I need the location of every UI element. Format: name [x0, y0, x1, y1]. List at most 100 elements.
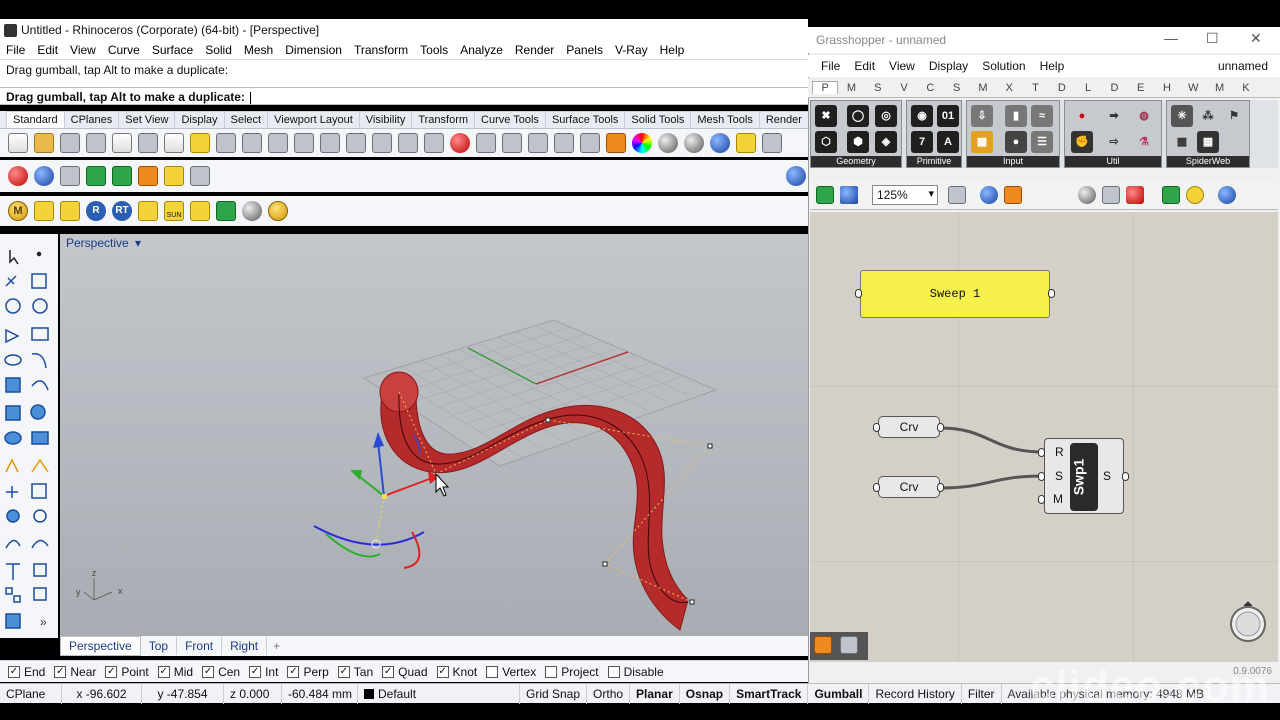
gh-curve-param-rail[interactable]: Crv	[878, 416, 940, 438]
input-rail-label[interactable]: R	[1055, 445, 1064, 459]
gh-mesh-settings-icon[interactable]	[1218, 185, 1236, 204]
gh-document-name[interactable]: unnamed	[1218, 59, 1268, 73]
tab-mesh-tools[interactable]: Mesh Tools	[690, 111, 760, 128]
named-view-icon[interactable]	[476, 133, 496, 153]
render-sphere-icon[interactable]	[786, 166, 806, 186]
gh-value-list-icon[interactable]: ☰	[1031, 131, 1053, 153]
tab-display[interactable]: Display	[174, 111, 225, 128]
tab-standard[interactable]: Standard	[6, 111, 65, 128]
menu-edit[interactable]: Edit	[31, 43, 64, 57]
osnap-tan[interactable]: ✓ Tan	[337, 665, 373, 679]
vray-material-icon[interactable]: M	[8, 201, 28, 221]
osnap-perp[interactable]: ✓ Perp	[287, 665, 329, 679]
gh-tab-l[interactable]: L	[1075, 82, 1101, 94]
zoom-icon[interactable]	[294, 133, 314, 153]
checkbox-icon[interactable]: ✓	[436, 665, 449, 678]
gh-tab-h[interactable]: H	[1154, 82, 1180, 94]
menu-panels[interactable]: Panels	[560, 43, 609, 57]
viewport-title[interactable]: Perspective ▾	[64, 236, 144, 250]
gh-gradient-icon[interactable]: ▦	[971, 131, 993, 153]
osnap-vertex[interactable]: Vertex	[486, 665, 536, 679]
minimize-icon[interactable]: —	[1164, 30, 1178, 46]
gh-tab-m[interactable]: M	[1206, 82, 1232, 94]
osnap-mid[interactable]: ✓ Mid	[157, 665, 193, 679]
checkbox-icon[interactable]: ✓	[105, 665, 118, 678]
gh-menu-file[interactable]: File	[814, 59, 847, 73]
decal-icon[interactable]	[86, 166, 106, 186]
gh-panel-sweep[interactable]: Sweep 1	[860, 270, 1050, 318]
status-gumball[interactable]: Gumball	[808, 683, 870, 704]
gh-preview-mode-icon[interactable]	[1078, 185, 1096, 204]
menu-transform[interactable]: Transform	[348, 43, 414, 57]
zoom-window-icon[interactable]	[320, 133, 340, 153]
vray-dome-icon[interactable]	[190, 201, 210, 221]
input-miter-label[interactable]: M	[1053, 492, 1063, 506]
osnap-near[interactable]: ✓ Near	[54, 665, 96, 679]
tab-surface-tools[interactable]: Surface Tools	[544, 111, 626, 128]
gh-open-icon[interactable]	[816, 185, 834, 204]
gh-curve-param-section[interactable]: Crv	[878, 476, 940, 498]
menu-mesh[interactable]: Mesh	[238, 43, 279, 57]
vray-realtime-icon[interactable]: RT	[112, 201, 132, 221]
tab-curve-tools[interactable]: Curve Tools	[474, 111, 546, 128]
comp-input-grip[interactable]	[1038, 472, 1045, 481]
menu-analyze[interactable]: Analyze	[454, 43, 509, 57]
viewport-scene[interactable]: z x y	[60, 234, 808, 636]
input-sections-label[interactable]: S	[1055, 469, 1063, 483]
output-surface-label[interactable]: S	[1103, 469, 1111, 483]
zoom-selected-icon[interactable]	[372, 133, 392, 153]
gh-toggle-icon[interactable]: ▮	[1005, 105, 1027, 127]
menu-view[interactable]: View	[64, 43, 102, 57]
checkbox-icon[interactable]: ✓	[157, 665, 170, 678]
param-input-grip[interactable]	[873, 423, 880, 432]
save-icon[interactable]	[60, 133, 80, 153]
menu-solid[interactable]: Solid	[199, 43, 238, 57]
gh-menu-help[interactable]: Help	[1033, 59, 1072, 73]
cplane-icon[interactable]	[502, 133, 522, 153]
menu-render[interactable]: Render	[509, 43, 560, 57]
wireframe-sphere-icon[interactable]	[658, 133, 678, 153]
gh-button-icon[interactable]: ●	[1005, 131, 1027, 153]
vray-sun-icon[interactable]: SUN	[164, 201, 184, 221]
menu-curve[interactable]: Curve	[102, 43, 146, 57]
close-icon[interactable]: ✕	[1250, 30, 1262, 47]
menu-tools[interactable]: Tools	[414, 43, 454, 57]
checkbox-icon[interactable]: ✓	[249, 665, 262, 678]
gh-shaded-preview-icon[interactable]	[1126, 185, 1144, 204]
gh-menu-display[interactable]: Display	[922, 59, 975, 73]
gh-curve-param-icon[interactable]: ◎	[875, 105, 897, 127]
chevron-down-icon[interactable]: ▾	[135, 236, 141, 250]
zoom-extents-icon[interactable]	[346, 133, 366, 153]
status-smarttrack[interactable]: SmartTrack	[730, 683, 809, 704]
gh-flask-icon[interactable]: ⚗	[1133, 131, 1155, 153]
menu-help[interactable]: Help	[654, 43, 691, 57]
gh-tab-intersect[interactable]: X	[996, 82, 1022, 94]
viewport-tab-top[interactable]: Top	[141, 637, 178, 655]
lock-icon[interactable]	[580, 133, 600, 153]
tab-solid-tools[interactable]: Solid Tools	[624, 111, 692, 128]
checkbox-icon[interactable]	[486, 665, 499, 678]
osnap-int[interactable]: ✓ Int	[249, 665, 278, 679]
gh-flag-icon[interactable]: ⚑	[1223, 105, 1245, 127]
tab-visibility[interactable]: Visibility	[358, 111, 413, 128]
gh-tab-vector[interactable]: V	[891, 82, 917, 94]
cut-icon[interactable]	[138, 133, 158, 153]
command-line[interactable]: Drag gumball, tap Alt to make a duplicat…	[0, 87, 808, 105]
rectangle-light-icon[interactable]	[164, 166, 184, 186]
maximize-icon[interactable]: ☐	[1206, 30, 1219, 47]
param-output-grip[interactable]	[937, 483, 944, 492]
vray-render-icon[interactable]: R	[86, 201, 106, 221]
menu-dimension[interactable]: Dimension	[279, 43, 348, 57]
gh-nodes-icon[interactable]: ⁂	[1197, 105, 1219, 127]
gh-geometry-icon[interactable]: ✖	[815, 105, 837, 127]
vray-options-icon[interactable]	[268, 201, 288, 221]
osnap-knot[interactable]: ✓ Knot	[436, 665, 477, 679]
gh-solver-icon[interactable]	[814, 636, 832, 654]
tab-set-view[interactable]: Set View	[118, 111, 176, 128]
tab-cplanes[interactable]: CPlanes	[63, 111, 120, 128]
car-icon[interactable]	[450, 133, 470, 153]
status-record-history[interactable]: Record History	[869, 683, 962, 704]
vray-help-icon[interactable]	[242, 201, 262, 221]
gh-plane-param-icon[interactable]: ⬡	[815, 131, 837, 153]
status-planar[interactable]: Planar	[630, 683, 680, 704]
